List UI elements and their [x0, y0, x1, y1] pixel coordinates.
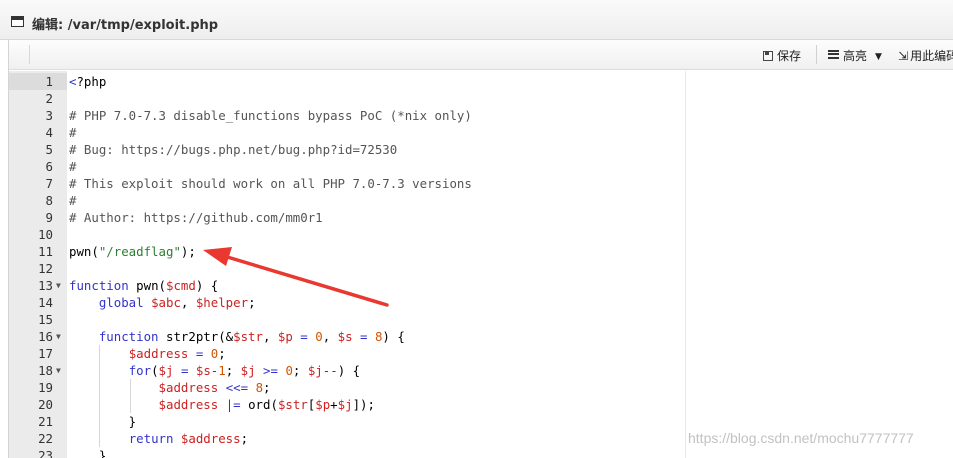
arrow-head	[203, 247, 232, 266]
watermark: https://blog.csdn.net/mochu7777777	[688, 430, 914, 446]
arrow-shaft	[222, 254, 389, 307]
annotation-arrow	[203, 247, 389, 307]
